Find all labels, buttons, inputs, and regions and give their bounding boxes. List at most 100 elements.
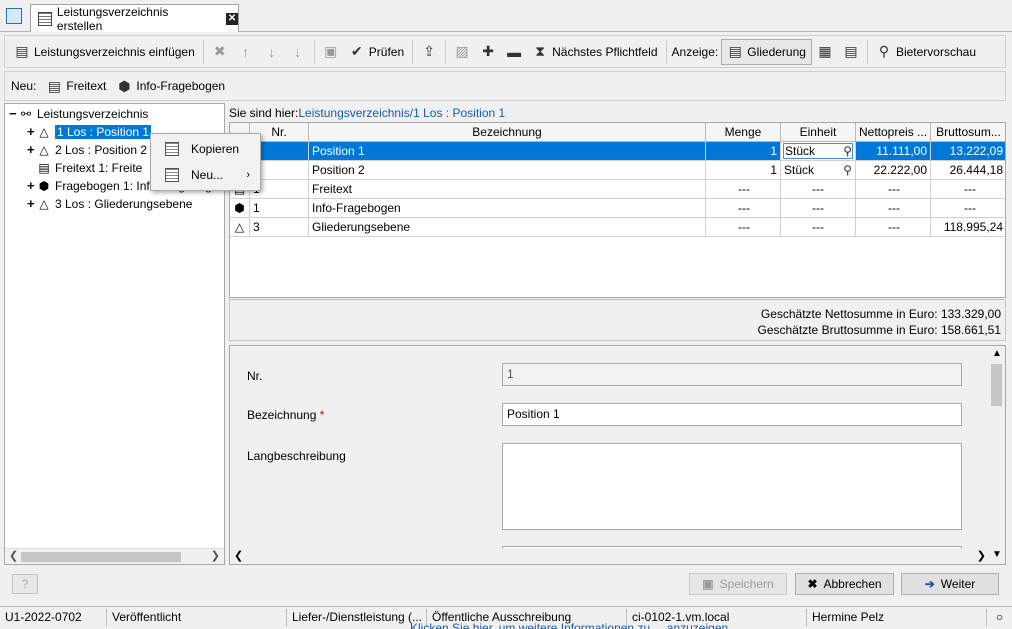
next-required-button[interactable]: ⧗ Nächstes Pflichtfeld — [527, 39, 662, 65]
scroll-thumb[interactable] — [991, 364, 1002, 406]
form-vertical-scrollbar[interactable]: ▲ ▼ — [988, 346, 1005, 564]
new-label: Neu: — [11, 79, 37, 93]
scroll-right-icon[interactable]: ❯ — [211, 549, 220, 562]
cube-icon: ⬢ — [118, 77, 131, 94]
grid-icon: ▦ — [818, 43, 832, 59]
table-row[interactable]: Position 2 1 Stück ⚲ 22.222,00 26.444,18 — [230, 161, 1005, 180]
delete-button[interactable]: ✖ — [207, 39, 233, 65]
breadcrumb-link-position[interactable]: 1 Los : Position 1 — [413, 106, 505, 120]
toolbar: ▤ Leistungsverzeichnis einfügen ✖ ↑ ↓ ↓ … — [4, 35, 1006, 68]
triangle-icon: △ — [230, 218, 250, 237]
tree-item-los-3[interactable]: + △ 3 Los : Gliederungsebene — [27, 195, 192, 213]
col-header-einheit[interactable]: Einheit — [781, 123, 856, 142]
info-link[interactable]: Klicken Sie hier, um weitere Information… — [410, 622, 728, 629]
status-id: U1-2022-0702 — [5, 610, 82, 624]
document-icon: ▤ — [47, 77, 61, 94]
status-indicator-icon: ○ — [986, 609, 1012, 627]
checkmark-icon: ✔ — [350, 43, 363, 59]
check-button[interactable]: ✔ Prüfen — [344, 39, 409, 65]
table-row[interactable]: △ 3 Gliederungsebene --- --- --- 118.995… — [230, 218, 1005, 237]
minus-icon: ▬ — [507, 43, 522, 60]
tree-root[interactable]: − ⚯ Leistungsverzeichnis — [9, 105, 148, 123]
required-marker: * — [319, 408, 325, 422]
help-icon: ? — [21, 577, 29, 591]
cancel-button[interactable]: ✖ Abbrechen — [795, 573, 894, 595]
scroll-down-icon[interactable]: ▼ — [992, 549, 1002, 560]
nr-field: 1 — [502, 363, 962, 386]
image-button[interactable]: ▨ — [449, 39, 475, 65]
list-view-button[interactable]: ▤ — [838, 39, 864, 65]
col-header-bruttosumme[interactable]: Bruttosum... — [931, 123, 1005, 142]
tab-strip: Leistungsverzeichnis erstellen ✕ — [0, 0, 1012, 33]
sort-icon: ↓ — [294, 43, 302, 60]
menu-item-copy[interactable]: Kopieren — [151, 136, 260, 162]
menu-item-new[interactable]: Neu... › — [151, 162, 260, 188]
expand-icon[interactable]: + — [27, 177, 37, 195]
expand-icon[interactable]: + — [27, 141, 37, 159]
tab-lv-erstellen[interactable]: Leistungsverzeichnis erstellen ✕ — [30, 4, 239, 33]
next-button[interactable]: ➔ Weiter — [901, 573, 999, 595]
langbeschreibung-field[interactable] — [502, 443, 962, 530]
arrow-right-icon: ➔ — [924, 577, 935, 591]
scroll-thumb[interactable] — [21, 552, 181, 562]
outline-view-button[interactable]: ▤ Gliederung — [721, 38, 812, 65]
help-button[interactable]: ? — [12, 574, 38, 594]
close-icon[interactable]: ✕ — [226, 12, 238, 25]
scroll-left-icon[interactable]: ❮ — [234, 549, 243, 562]
magnifier-icon: ⚲ — [878, 43, 890, 59]
tree-horizontal-scrollbar[interactable]: ❮ ❯ — [5, 548, 224, 564]
image-icon: ▨ — [455, 43, 469, 59]
tab-title: Leistungsverzeichnis erstellen — [56, 4, 169, 33]
triangle-icon: △ — [39, 125, 49, 139]
sort-button[interactable]: ↓ — [285, 39, 311, 65]
document-icon — [165, 168, 179, 182]
context-menu: Kopieren Neu... › — [150, 133, 261, 191]
search-icon[interactable]: ⚲ — [843, 144, 852, 158]
tree-root-icon: ⚯ — [20, 107, 32, 121]
table-view-button[interactable]: ▦ — [812, 39, 838, 65]
new-freitext-button[interactable]: ▤ Freitext — [46, 77, 107, 95]
export-button[interactable]: ⇪ — [416, 39, 442, 65]
table-row[interactable]: Position 1 1 Stück ⚲ 11.111,00 13.222,09 — [230, 142, 1005, 161]
bidder-preview-button[interactable]: ⚲ Bietervorschau — [871, 39, 981, 65]
separator — [202, 39, 204, 64]
plus-icon: ✚ — [482, 43, 494, 59]
col-header-bezeichnung[interactable]: Bezeichnung — [309, 123, 706, 142]
delete-icon: ✖ — [213, 43, 226, 59]
expand-button[interactable]: ✚ — [475, 39, 501, 65]
collapse-icon[interactable]: − — [9, 105, 19, 123]
scroll-right-icon[interactable]: ❯ — [977, 549, 986, 562]
breadcrumb-link-lv[interactable]: Leistungsverzeichnis — [298, 106, 409, 120]
scroll-left-icon[interactable]: ❮ — [9, 549, 18, 562]
unit-cell[interactable]: Stück ⚲ — [781, 161, 856, 180]
list-icon: ▤ — [844, 43, 858, 59]
positions-table: Nr. Bezeichnung Menge Einheit Nettopreis… — [229, 122, 1006, 298]
col-header-menge[interactable]: Menge — [706, 123, 781, 142]
scroll-up-icon[interactable]: ▲ — [992, 348, 1002, 359]
unit-cell[interactable]: Stück ⚲ — [781, 142, 856, 161]
insert-lv-button[interactable]: ▤ Leistungsverzeichnis einfügen — [9, 39, 200, 65]
table-header: Nr. Bezeichnung Menge Einheit Nettopreis… — [230, 123, 1005, 142]
col-header-nettopreis[interactable]: Nettopreis ... — [856, 123, 931, 142]
separator — [866, 39, 868, 64]
form-horizontal-scrollbar[interactable]: ❮ ❯ — [230, 548, 990, 564]
separator — [665, 39, 667, 64]
collapse-button[interactable]: ▬ — [501, 39, 527, 65]
tree-item-freitext[interactable]: ▤ Freitext 1: Freite — [37, 159, 142, 177]
arrow-down-icon: ↓ — [268, 43, 276, 60]
move-up-button[interactable]: ↑ — [233, 39, 259, 65]
save-button[interactable]: ▣ Speichern — [689, 573, 787, 595]
new-info-fragebogen-button[interactable]: ⬢ Info-Fragebogen — [116, 78, 225, 95]
table-row[interactable]: ▤ 1 Freitext --- --- --- --- — [230, 180, 1005, 199]
bezeichnung-field[interactable]: Position 1 — [502, 403, 962, 426]
save-toolbar-button[interactable]: ▣ — [318, 39, 344, 65]
tree-item-los-2[interactable]: + △ 2 Los : Position 2 — [27, 141, 147, 159]
app-icon[interactable] — [6, 8, 22, 24]
move-down-button[interactable]: ↓ — [259, 39, 285, 65]
search-icon[interactable]: ⚲ — [843, 161, 852, 179]
table-row[interactable]: ⬢ 1 Info-Fragebogen --- --- --- --- — [230, 199, 1005, 218]
expand-icon[interactable]: + — [27, 123, 37, 141]
status-type: Liefer-/Dienstleistung (... — [286, 609, 426, 627]
tree-item-los-1[interactable]: + △ 1 Los : Position 1 — [27, 123, 152, 141]
expand-icon[interactable]: + — [27, 195, 37, 213]
